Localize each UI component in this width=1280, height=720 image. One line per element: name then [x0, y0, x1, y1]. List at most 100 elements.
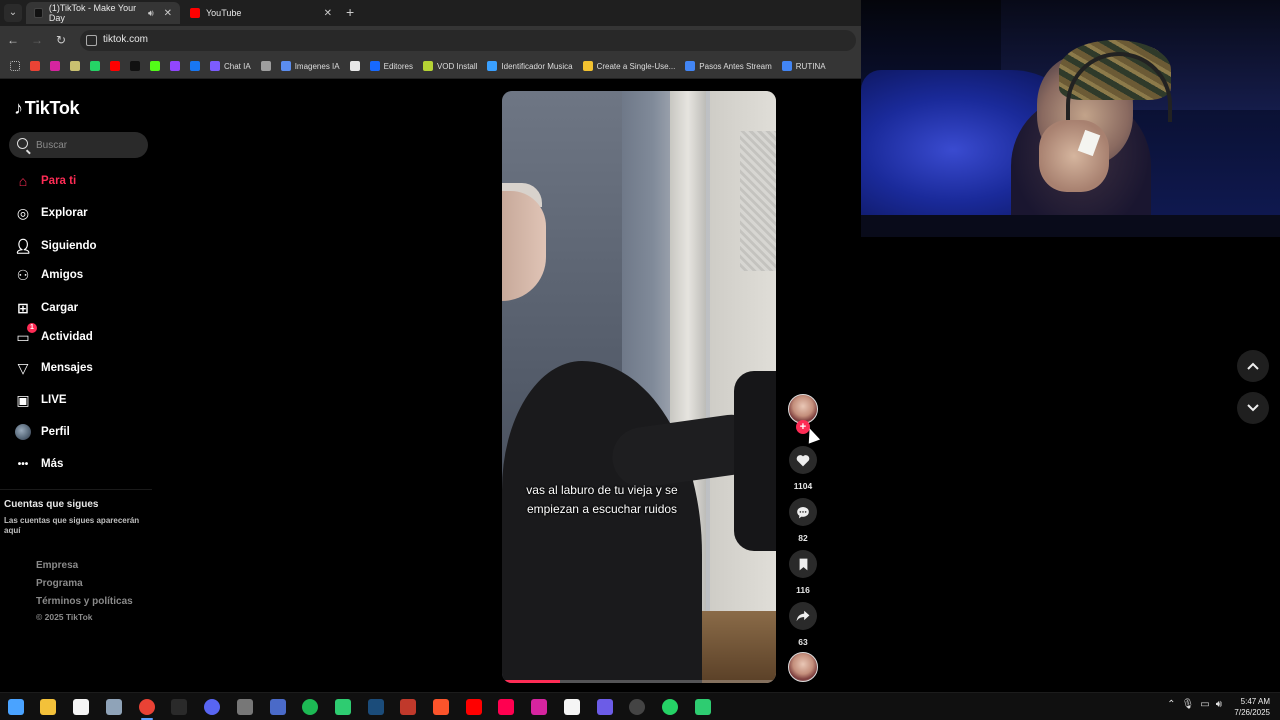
- bookmark-identificador-musica[interactable]: Identificador Musica: [487, 61, 573, 71]
- bookmark-tiktok[interactable]: [130, 61, 140, 71]
- instagram-icon[interactable]: [531, 699, 547, 715]
- system-tray: ⌃ 🎙︎ ▭ 🔊︎: [1167, 699, 1222, 710]
- nav-label: Explorar: [41, 207, 88, 219]
- search-bookmark-icon: [280, 61, 291, 71]
- tiktok-icon[interactable]: [498, 699, 514, 715]
- bookmark-create-a-single-use[interactable]: Create a Single-Use...: [582, 61, 675, 71]
- nav-item-más[interactable]: ••• Más: [14, 453, 64, 475]
- bookmark-label: Identificador Musica: [501, 61, 573, 71]
- search-icon[interactable]: [17, 138, 28, 149]
- network-icon[interactable]: ▭: [1200, 699, 1209, 710]
- share-button[interactable]: [789, 602, 817, 630]
- tab-strip: ⌄ (1)TikTok - Make Your Day 🔊︎ ✕ YouTube…: [0, 0, 861, 26]
- like-button[interactable]: [789, 446, 817, 474]
- nav-item-amigos[interactable]: ⚇ Amigos: [14, 264, 83, 286]
- address-bar[interactable]: tiktok.com: [80, 30, 856, 51]
- bookmark-vod-install[interactable]: VOD Install: [422, 61, 477, 71]
- footer-link-programa[interactable]: Programa: [36, 578, 83, 589]
- bookmark-imagenes-ia[interactable]: Imagenes IA: [280, 61, 340, 71]
- bookmark-notion[interactable]: [349, 61, 360, 71]
- discord-icon[interactable]: [204, 699, 220, 715]
- app-icon[interactable]: [106, 699, 122, 715]
- bookmark-whatsapp[interactable]: [90, 61, 100, 71]
- back-icon[interactable]: ←: [5, 32, 21, 48]
- app-icon[interactable]: [400, 699, 416, 715]
- youtube-icon[interactable]: [466, 699, 482, 715]
- notion-icon: [349, 61, 360, 71]
- tab-title: YouTube: [206, 8, 242, 18]
- bookmark-rutina[interactable]: RUTINA: [781, 61, 826, 71]
- volume-icon[interactable]: 🔊︎: [1216, 699, 1222, 710]
- next-video-button[interactable]: [1237, 392, 1269, 424]
- app-icon[interactable]: [237, 699, 253, 715]
- bookmark-twitch[interactable]: [170, 61, 180, 71]
- video-player[interactable]: vas al laburo de tu vieja y se empiezan …: [502, 91, 776, 683]
- site-info-icon[interactable]: [86, 35, 97, 46]
- capcut-icon[interactable]: [564, 699, 580, 715]
- apps-grid-icon[interactable]: [10, 61, 20, 71]
- bookmark-bookmark-app[interactable]: [70, 61, 80, 71]
- whatsapp-icon[interactable]: [662, 699, 678, 715]
- tiktok-logo[interactable]: ♪ TikTok: [14, 98, 80, 119]
- tab-youtube[interactable]: YouTube ✕: [182, 2, 340, 24]
- bookmark-chat-ia[interactable]: Chat IA: [210, 61, 251, 71]
- save-button[interactable]: [789, 550, 817, 578]
- close-tab-icon[interactable]: ✕: [324, 8, 332, 19]
- windows-start-icon[interactable]: [8, 699, 24, 715]
- tray-overflow-icon[interactable]: ⌃: [1167, 699, 1175, 710]
- app-icon[interactable]: [597, 699, 613, 715]
- brave-icon[interactable]: [433, 699, 449, 715]
- bookmark-kick[interactable]: [150, 61, 160, 71]
- instagram-icon: [50, 61, 60, 71]
- bookmark-youtube[interactable]: [110, 61, 120, 71]
- more-icon: •••: [17, 458, 29, 470]
- search-box[interactable]: [9, 132, 148, 158]
- speaker-icon[interactable]: 🔊︎: [148, 8, 154, 19]
- tab-tiktok[interactable]: (1)TikTok - Make Your Day 🔊︎ ✕: [26, 2, 180, 24]
- tab-search-button[interactable]: ⌄: [4, 4, 22, 22]
- nav-item-actividad[interactable]: ▭ 1 Actividad: [14, 323, 93, 348]
- new-tab-button[interactable]: +: [346, 5, 354, 19]
- nav-item-mensajes[interactable]: ▽ Mensajes: [14, 357, 93, 379]
- app-icon[interactable]: [695, 699, 711, 715]
- steam-icon[interactable]: [368, 699, 384, 715]
- share-icon: [796, 610, 810, 622]
- footer-link-empresa[interactable]: Empresa: [36, 560, 78, 571]
- nav-item-para-ti[interactable]: ⌂ Para ti: [14, 170, 76, 192]
- nav-item-cargar[interactable]: ⊞ Cargar: [14, 297, 78, 319]
- search-input[interactable]: [36, 136, 141, 154]
- close-tab-icon[interactable]: ✕: [164, 8, 172, 19]
- following-icon: 👤︎: [14, 237, 32, 254]
- create-icon: [582, 61, 593, 71]
- bookmark-facebook[interactable]: [190, 61, 200, 71]
- comment-button[interactable]: [789, 498, 817, 526]
- clock[interactable]: 5:47 AM 7/26/2025: [1224, 696, 1270, 718]
- microphone-icon[interactable]: 🎙︎: [1182, 699, 1195, 710]
- nav-item-explorar[interactable]: ◎ Explorar: [14, 202, 88, 224]
- app-icon[interactable]: [335, 699, 351, 715]
- spotify-icon[interactable]: [302, 699, 318, 715]
- previous-video-button[interactable]: [1237, 350, 1269, 382]
- nav-item-live[interactable]: ▣ LIVE: [14, 389, 66, 411]
- gmail-icon: [30, 61, 40, 71]
- browser-toolbar: ← → ↻ tiktok.com: [0, 26, 861, 54]
- settings-icon[interactable]: [270, 699, 286, 715]
- url-text: tiktok.com: [103, 34, 149, 45]
- bookmark-instagram[interactable]: [50, 61, 60, 71]
- obs-icon[interactable]: [629, 699, 645, 715]
- forward-icon[interactable]: →: [29, 32, 45, 48]
- reload-icon[interactable]: ↻: [53, 32, 69, 48]
- nav-item-perfil[interactable]: Perfil: [14, 421, 70, 443]
- nav-item-siguiendo[interactable]: 👤︎ Siguiendo: [14, 235, 96, 257]
- sound-avatar[interactable]: [788, 652, 818, 682]
- store-icon[interactable]: [73, 699, 89, 715]
- bookmark-label: Imagenes IA: [294, 61, 340, 71]
- bookmark-gmail[interactable]: [30, 61, 40, 71]
- bookmark-editores[interactable]: Editores: [369, 61, 413, 71]
- file-explorer-icon[interactable]: [40, 699, 56, 715]
- chrome-icon[interactable]: [139, 699, 155, 720]
- bookmark-pasos-antes-stream[interactable]: Pasos Antes Stream: [685, 61, 772, 71]
- epic-games-icon[interactable]: [171, 699, 187, 715]
- bookmark-globe[interactable]: [260, 61, 271, 71]
- footer-link-terminos[interactable]: Términos y políticas: [36, 596, 133, 607]
